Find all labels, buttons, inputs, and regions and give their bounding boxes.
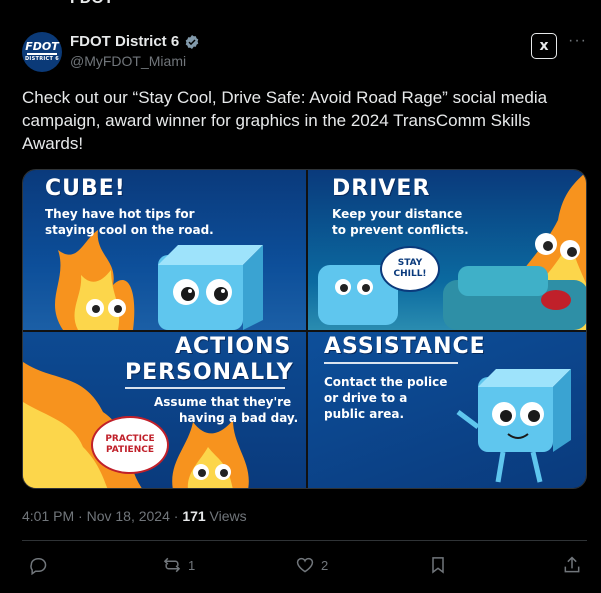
tweet-text: Check out our “Stay Cool, Drive Safe: Av… — [22, 88, 548, 153]
grok-label: x — [539, 38, 549, 54]
panel-cube-subtitle-line1: They have hot tips for — [45, 207, 195, 221]
views-label: Views — [205, 508, 247, 524]
panel-cube-subtitle-line2: staying cool on the road. — [45, 223, 214, 237]
heart-icon — [296, 557, 314, 573]
bubble-line2: PATIENCE — [106, 445, 154, 455]
bubble-line2: CHILL! — [393, 269, 427, 279]
more-options-icon[interactable]: ··· — [568, 32, 587, 50]
panel-driver: DRIVER Keep your distance to prevent con… — [308, 170, 586, 330]
retweet-icon — [163, 557, 181, 573]
panel-actions-personally: ACTIONS PERSONALLY Assume that they're h… — [23, 332, 306, 488]
views-count: 171 — [182, 508, 206, 524]
panel-assistance: ASSISTANCE Contact the police or drive t… — [308, 332, 586, 488]
bubble-line1: STAY — [397, 258, 423, 268]
panel-assistance-subtitle-line3: public area. — [324, 407, 405, 421]
retweet-count: 1 — [188, 557, 196, 573]
reply-icon — [30, 558, 47, 575]
panel-driver-title: DRIVER — [332, 176, 431, 201]
tweet-media-image[interactable]: CUBE! They have hot tips for staying coo… — [22, 169, 587, 489]
share-icon — [564, 556, 580, 573]
bookmark-button[interactable] — [428, 555, 448, 575]
panel-driver-subtitle-line2: to prevent conflicts. — [332, 223, 469, 237]
grok-icon[interactable]: x — [531, 33, 557, 59]
panel-assistance-title: ASSISTANCE — [324, 334, 486, 359]
panel-assistance-subtitle-line1: Contact the police — [324, 375, 448, 389]
panel-assistance-subtitle-line2: or drive to a — [324, 391, 408, 405]
bookmark-icon — [432, 557, 444, 574]
panel-cube-title: CUBE! — [45, 176, 126, 201]
panel-actions-subtitle-line1: Assume that they're — [154, 395, 292, 409]
retweet-button[interactable]: 1 — [162, 555, 195, 575]
avatar-stripe — [27, 53, 57, 55]
panel-driver-subtitle-line1: Keep your distance — [332, 207, 463, 221]
author-handle[interactable]: @MyFDOT_Miami — [70, 53, 186, 69]
author-name[interactable]: FDOT District 6 — [70, 33, 179, 50]
tweet-header: FDOT DISTRICT 6 FDOT District 6 @MyFDOT_… — [22, 32, 586, 72]
avatar-logo-text: FDOT — [25, 40, 59, 53]
panel-cube: CUBE! They have hot tips for staying coo… — [23, 170, 306, 330]
author-row: FDOT District 6 — [70, 33, 200, 50]
share-button[interactable] — [562, 555, 582, 575]
panel-assistance-underline — [324, 362, 458, 364]
panel-actions-title-line2: PERSONALLY — [125, 360, 294, 385]
bubble-line1: PRACTICE — [105, 434, 155, 444]
panel-actions-title-line1: ACTIONS — [175, 334, 292, 359]
avatar-district-text: DISTRICT 6 — [24, 56, 60, 62]
reply-button[interactable] — [28, 555, 54, 575]
timestamp-text[interactable]: 4:01 PM · Nov 18, 2024 · — [22, 508, 182, 524]
stay-chill-bubble: STAY CHILL! — [380, 246, 440, 292]
avatar[interactable]: FDOT DISTRICT 6 — [22, 32, 62, 72]
cropped-previous-text: FDOT — [70, 0, 114, 8]
tweet-timestamp[interactable]: 4:01 PM · Nov 18, 2024 · 171 Views — [22, 508, 247, 524]
verified-badge-icon[interactable] — [184, 34, 200, 50]
action-bar: 1 2 — [22, 553, 587, 581]
action-divider — [22, 540, 587, 541]
like-count: 2 — [321, 557, 329, 573]
panel-actions-underline — [125, 387, 285, 389]
panel-actions-subtitle-line2: having a bad day. — [179, 411, 299, 425]
practice-patience-bubble: PRACTICE PATIENCE — [91, 416, 169, 474]
like-button[interactable]: 2 — [295, 555, 328, 575]
